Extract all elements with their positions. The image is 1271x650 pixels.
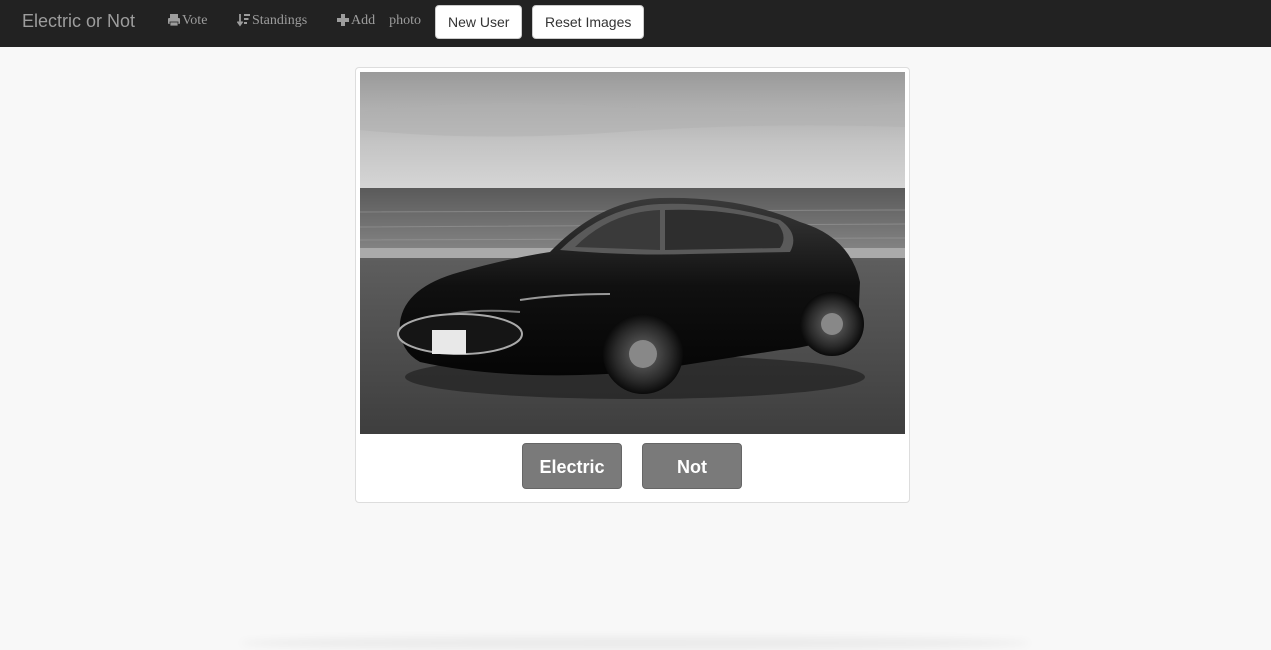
nav-vote-label: Vote [182,13,208,28]
sort-icon [237,14,250,27]
brand-link[interactable]: Electric or Not [22,11,135,32]
nav-photo-label: photo [389,13,422,28]
car-photo [360,72,905,434]
nav-add-label: Add [351,13,376,28]
nav-add-photo-link[interactable]: Add photo [336,13,421,29]
not-button[interactable]: Not [642,443,742,489]
plus-icon [337,14,349,26]
bottom-shadow [240,636,1030,650]
nav-standings-label: Standings [252,13,308,28]
nav-standings-link[interactable]: Standings [237,13,307,29]
new-user-button[interactable]: New User [435,5,523,39]
print-icon [168,14,180,27]
reset-images-button[interactable]: Reset Images [532,5,645,39]
nav-vote-link[interactable]: Vote [167,13,207,29]
navbar: Electric or Not Vote Standings Add photo… [0,0,1271,47]
electric-button[interactable]: Electric [522,443,622,489]
vote-card: Electric Not [355,67,910,503]
